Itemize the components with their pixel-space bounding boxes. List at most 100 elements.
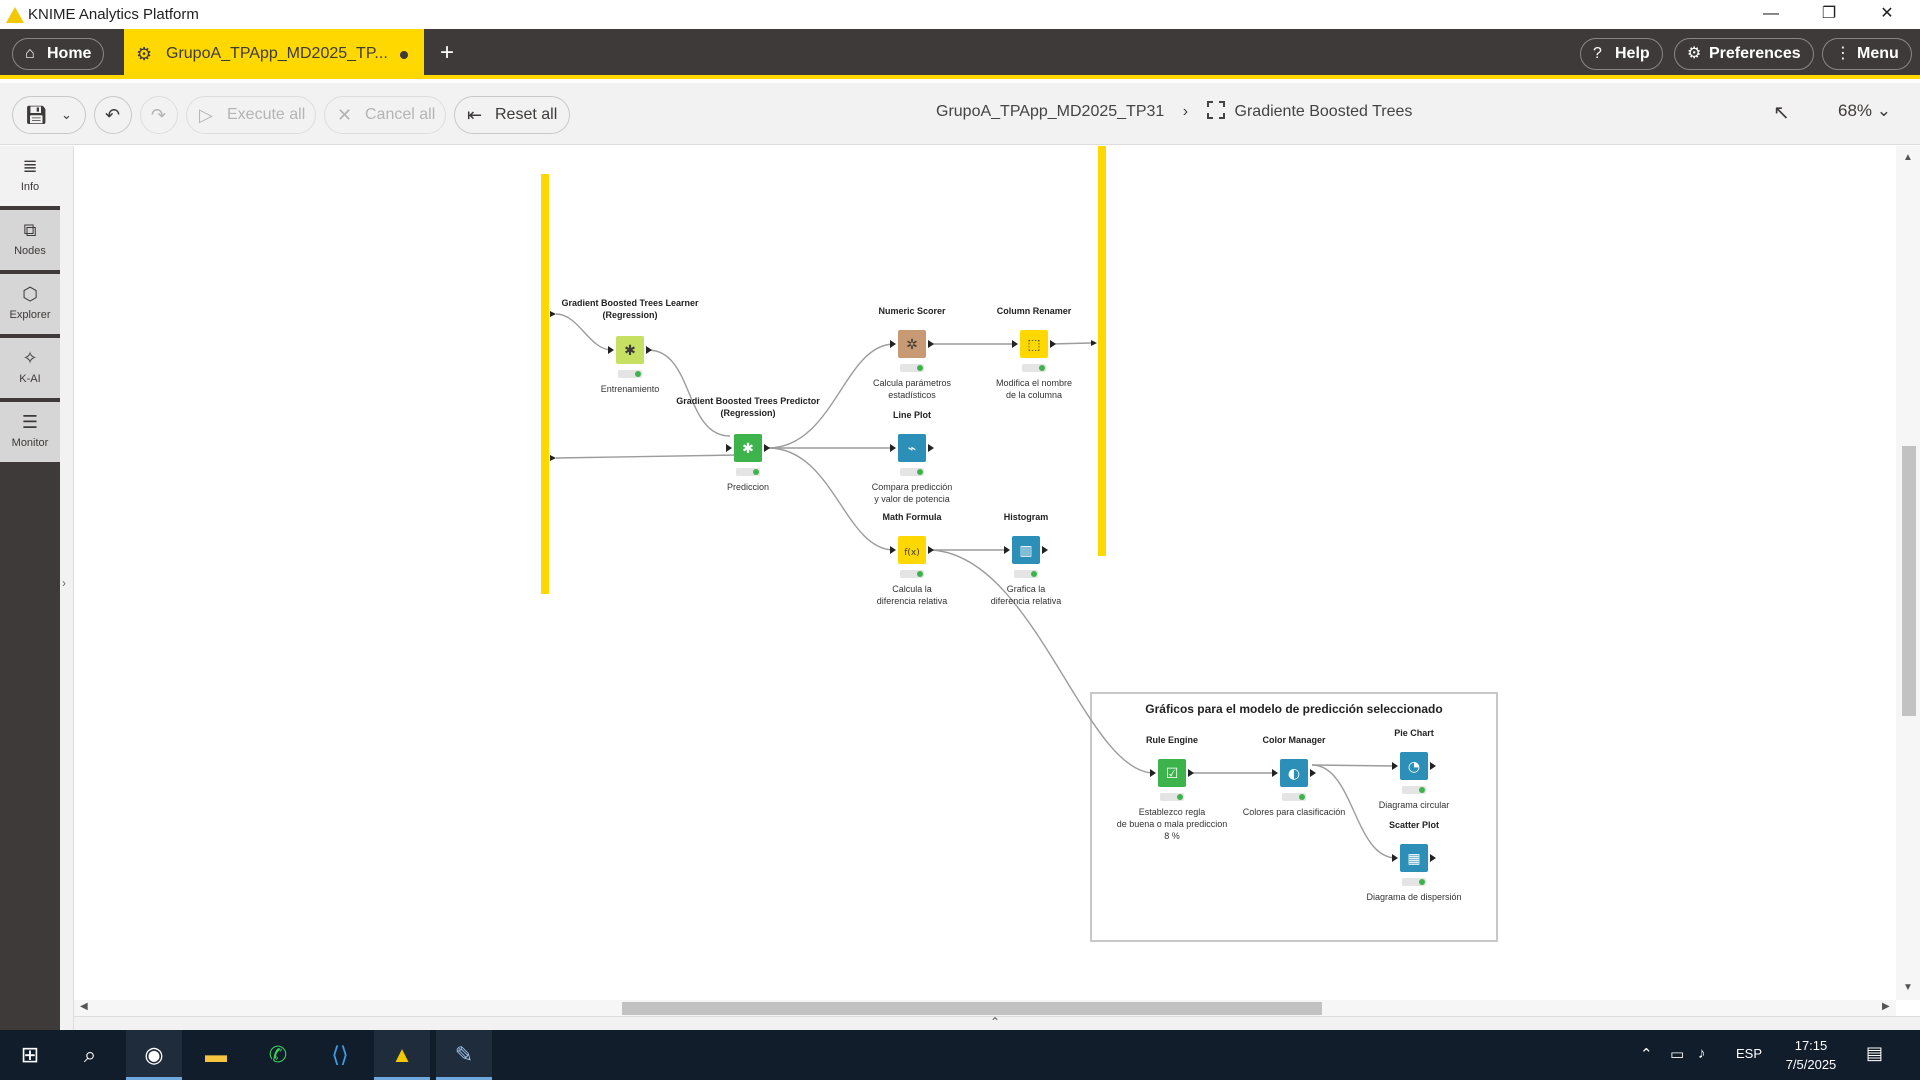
vertical-scroll-thumb[interactable] [1902,446,1916,716]
node-annotation[interactable]: de la columna [1006,390,1062,400]
sidebar-item-info[interactable]: ≣ Info [0,146,60,208]
reset-all-button[interactable]: ⇤ Reset all [454,96,570,134]
node-input-port[interactable] [726,444,732,452]
system-clock[interactable]: 17:15 7/5/2025 [1776,1036,1846,1074]
cancel-all-button[interactable]: ✕ Cancel all [324,96,446,134]
node-input-port[interactable] [890,444,896,452]
component-output-port[interactable] [1091,340,1097,346]
node-annotation[interactable]: y valor de potencia [874,494,950,504]
redo-button[interactable]: ↷ [140,96,178,134]
node-annotation[interactable]: Prediccion [727,482,769,492]
windows-start-icon[interactable]: ⊞ [2,1030,58,1080]
bottom-panel-handle[interactable]: ⌃ [74,1015,1920,1030]
node-column-renamer[interactable]: Column Renamer ⬚ Modifica el nombre de la c… [996,306,1072,400]
node-output-port[interactable] [764,444,770,452]
scroll-down-icon[interactable]: ▼ [1903,982,1913,993]
node-annotation[interactable]: Colores para clasificación [1243,807,1346,817]
home-button[interactable]: ⌂ Home [12,38,105,70]
sidebar-expand-handle[interactable]: › [60,146,74,1030]
node-annotation[interactable]: Diagrama circular [1379,800,1450,810]
node-input-port[interactable] [890,340,896,348]
node-output-port[interactable] [1042,546,1048,554]
component-input-port-2[interactable] [550,455,556,461]
node-gbt-predictor[interactable]: Gradient Boosted Trees Predictor (Regress… [676,396,820,492]
preferences-button[interactable]: ⚙ Preferences [1674,38,1814,70]
horizontal-scrollbar[interactable]: ◀ ▶ [74,1000,1896,1016]
minimize-button[interactable]: — [1742,0,1800,29]
horizontal-scroll-thumb[interactable] [622,1002,1322,1015]
node-output-port[interactable] [1050,340,1056,348]
volume-icon[interactable]: ♪ [1698,1045,1706,1062]
node-output-port[interactable] [928,340,934,348]
component-input-port-1[interactable] [550,311,556,317]
node-title[interactable]: Column Renamer [997,306,1072,316]
node-title[interactable]: Math Formula [882,512,942,522]
network-icon[interactable]: ▭ [1670,1045,1684,1063]
scroll-left-icon[interactable]: ◀ [80,1001,88,1012]
file-explorer-icon[interactable]: ▬ [188,1030,244,1080]
node-annotation[interactable]: de buena o mala prediccion [1117,819,1228,829]
node-annotation[interactable]: 8 % [1164,831,1180,841]
restore-button[interactable]: ❐ [1800,0,1858,29]
paint-icon[interactable]: ✎ [436,1030,492,1080]
node-annotation[interactable]: estadísticos [888,390,936,400]
node-input-port[interactable] [1004,546,1010,554]
save-button[interactable]: 💾︎ ⌄ [12,96,86,134]
node-annotation[interactable]: Grafica la [1007,584,1046,594]
node-annotation[interactable]: Establezco regla [1139,807,1206,817]
node-annotation[interactable]: Entrenamiento [601,384,660,394]
node-title[interactable]: Scatter Plot [1389,820,1439,830]
add-tab-button[interactable]: + [440,29,454,79]
annotation-box[interactable] [1090,692,1498,942]
connection-renamer-out[interactable] [1049,342,1092,345]
node-title[interactable]: Numeric Scorer [878,306,946,316]
node-input-port[interactable] [890,546,896,554]
tray-chevron-up-icon[interactable]: ⌃ [1640,1045,1653,1063]
node-histogram[interactable]: Histogram ▥ Grafica la diferencia relativa [991,512,1062,606]
knime-icon[interactable]: ▲ [374,1030,430,1080]
node-line-plot[interactable]: Line Plot ⌁ Compara predicción y valor de p… [872,410,953,504]
sidebar-item-nodes[interactable]: ⧉ Nodes [0,210,60,272]
connection-learner-predictor[interactable] [647,349,731,437]
vscode-icon[interactable]: ⟨⟩ [312,1030,368,1080]
node-annotation[interactable]: Diagrama de dispersión [1366,892,1461,902]
node-title[interactable]: Rule Engine [1146,735,1198,745]
help-button[interactable]: ? Help [1580,38,1663,70]
node-input-port[interactable] [608,346,614,354]
connection-in-predictor[interactable] [555,454,739,459]
node-title[interactable]: Color Manager [1262,735,1326,745]
node-annotation[interactable]: Modifica el nombre [996,378,1072,388]
node-title[interactable]: Line Plot [893,410,931,420]
vertical-scrollbar[interactable]: ▲ ▼ [1896,146,1920,1000]
workflow-svg[interactable]: Gráficos para el modelo de predicción se… [74,146,1896,1000]
node-numeric-scorer[interactable]: Numeric Scorer ✲ Calcula parámetros estadís… [873,306,952,400]
workflow-canvas[interactable]: Gráficos para el modelo de predicción se… [74,146,1896,1000]
notifications-icon[interactable]: ▤ [1866,1043,1883,1064]
breadcrumb-workflow[interactable]: GrupoA_TPApp_MD2025_TP31 [936,103,1164,120]
scroll-right-icon[interactable]: ▶ [1882,1001,1890,1012]
execute-all-button[interactable]: ▷ Execute all [186,96,316,134]
language-indicator[interactable]: ESP [1736,1046,1762,1061]
sidebar-item-explorer[interactable]: ⬡ Explorer [0,274,60,336]
node-annotation[interactable]: Calcula parámetros [873,378,952,388]
sidebar-item-monitor[interactable]: ☰ Monitor [0,402,60,464]
node-title[interactable]: Gradient Boosted Trees Learner [561,298,699,308]
sidebar-item-kai[interactable]: ✧ K-AI [0,338,60,400]
node-output-port[interactable] [928,444,934,452]
connection-color-pie[interactable] [1311,764,1397,767]
search-icon[interactable]: ⌕ [62,1030,118,1080]
node-annotation[interactable]: Compara predicción [872,482,953,492]
menu-button[interactable]: ⋮ Menu [1822,38,1912,70]
whatsapp-icon[interactable]: ✆ [250,1030,306,1080]
zoom-dropdown[interactable]: 68% ⌄ [1838,101,1891,121]
node-output-port[interactable] [928,546,934,554]
node-annotation[interactable]: diferencia relativa [991,596,1062,606]
node-annotation[interactable]: Calcula la [892,584,932,594]
scroll-up-icon[interactable]: ▲ [1903,152,1913,163]
node-gbt-learner[interactable]: Gradient Boosted Trees Learner (Regressio… [561,298,699,394]
node-output-port[interactable] [646,346,652,354]
node-title[interactable]: Pie Chart [1394,728,1434,738]
node-annotation[interactable]: diferencia relativa [877,596,948,606]
selection-mode-icon[interactable]: ↖ [1773,100,1790,125]
workflow-tab[interactable]: ⚙ GrupoA_TPApp_MD2025_TP... [124,29,424,79]
